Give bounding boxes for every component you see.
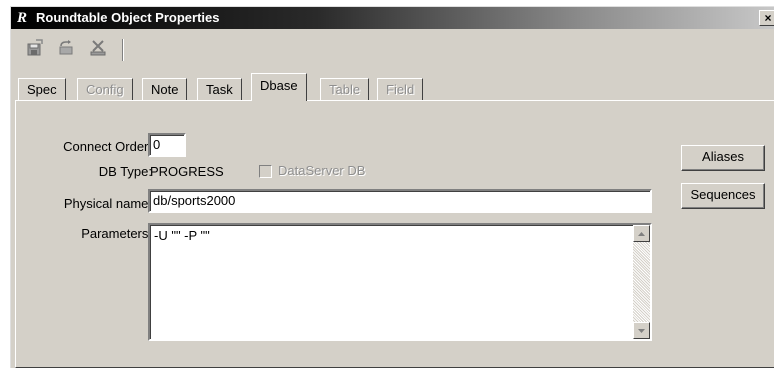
physical-name-input[interactable]: db/sports2000 (148, 189, 652, 213)
tab-field[interactable]: Field (377, 78, 424, 101)
dbase-panel: Connect Order: 0 DB Type: PROGRESS DataS… (15, 100, 774, 368)
sequences-button[interactable]: Sequences (681, 183, 765, 209)
parameters-text: -U "" -P "" (154, 228, 210, 243)
save-button[interactable] (24, 37, 46, 59)
delete-button[interactable] (87, 37, 109, 59)
dataserver-checkbox[interactable] (259, 165, 272, 178)
parameters-scrollbar[interactable] (633, 225, 650, 339)
scroll-up-button[interactable] (633, 225, 650, 242)
tab-strip: Spec Config Note Task Dbase Table Field (11, 70, 774, 101)
tab-table[interactable]: Table (320, 78, 370, 101)
window-title: Roundtable Object Properties (36, 10, 220, 25)
parameters-label: Parameters: (81, 226, 152, 241)
roundtable-app-icon: R (17, 10, 28, 26)
properties-window: R Roundtable Object Properties × Spec Co… (10, 6, 774, 368)
db-type-label: DB Type: (98, 164, 152, 179)
parameters-textarea[interactable]: -U "" -P "" (148, 223, 652, 341)
arrow-up-icon (638, 231, 645, 236)
connect-order-label: Connect Order: (63, 139, 152, 154)
toolbar-separator (122, 39, 124, 61)
tab-dbase[interactable]: Dbase (251, 73, 307, 101)
delete-icon (90, 40, 106, 56)
undo-icon (59, 40, 73, 55)
title-bar[interactable]: R Roundtable Object Properties × (11, 7, 774, 29)
tab-config[interactable]: Config (77, 78, 133, 101)
tab-note[interactable]: Note (142, 78, 188, 101)
aliases-button[interactable]: Aliases (681, 145, 765, 171)
tab-spec[interactable]: Spec (18, 78, 66, 101)
close-button[interactable]: × (759, 10, 774, 26)
undo-button[interactable] (55, 37, 77, 59)
toolbar (11, 29, 774, 67)
scroll-down-button[interactable] (633, 322, 650, 339)
connect-order-input[interactable]: 0 (148, 133, 186, 157)
arrow-down-icon (638, 328, 645, 333)
dataserver-label: DataServer DB (278, 163, 366, 178)
physical-name-label: Physical name: (63, 196, 152, 211)
tab-task[interactable]: Task (197, 78, 242, 101)
db-type-value: PROGRESS (150, 164, 224, 179)
save-icon (27, 39, 43, 56)
